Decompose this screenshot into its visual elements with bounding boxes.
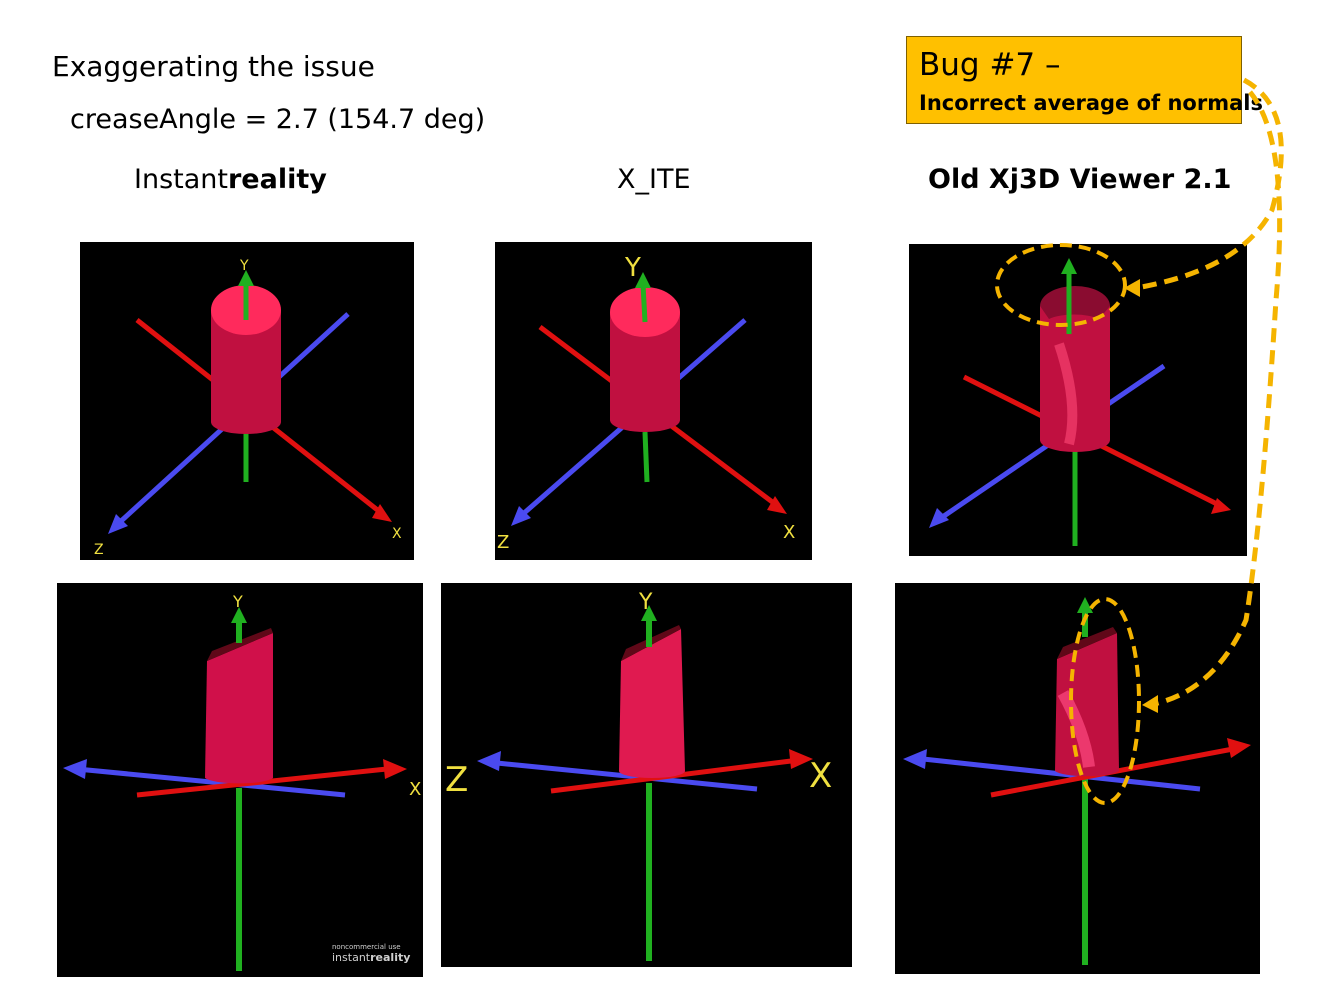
render-xite-top: Y X Z [495,242,812,560]
y-axis-label: Y [638,590,653,615]
bug-title: Bug #7 – [919,47,1061,83]
y-axis-arrowhead [1061,258,1077,274]
crease-angle-label: creaseAngle = 2.7 (154.7 deg) [70,104,486,135]
y-axis-shaft [640,283,648,323]
watermark-suffix: reality [370,951,411,964]
scene-instantreality-top: Y X Z [94,258,402,558]
bug-callout-box: Bug #7 – Incorrect average of normals [906,36,1263,124]
scene-xite-bottom: Y X Z [445,590,832,961]
z-axis-arrowhead [63,759,87,779]
x-axis-arrowhead [383,759,407,779]
cylinder-top-shading [1040,286,1110,319]
x-axis-arrowhead [1227,738,1251,758]
watermark-small: noncommercial use [332,943,401,951]
z-axis-arrowhead [903,749,927,769]
instant-suffix: reality [227,164,327,195]
instant-prefix: Instant [134,164,228,195]
y-axis-label: Y [239,258,249,274]
slide-heading: Exaggerating the issue [52,50,375,83]
render-xite-bottom: Y X Z [441,583,852,967]
z-axis-arrowhead [929,508,949,528]
y-axis-label: Y [624,253,641,283]
x-axis-label: X [783,522,795,543]
render-xj3d-top [909,244,1247,556]
z-axis-label: Z [445,760,468,800]
x-axis-label: X [392,526,402,542]
render-instantreality-top: Y X Z [80,242,414,560]
column-title-xj3d: Old Xj3D Viewer 2.1 [928,164,1232,195]
bug-subtitle: Incorrect average of normals [919,91,1263,115]
scene-xj3d-top [929,258,1231,546]
column-title-xite: X_ITE [617,164,691,195]
scene-instantreality-bottom: Y X [63,592,421,971]
y-axis-label: Y [232,592,243,611]
z-axis-label: Z [497,532,509,553]
z-axis-label: Z [94,542,104,558]
column-title-instantreality: Instantreality [134,164,327,195]
x-axis-label: X [409,779,421,800]
scene-xite-top: Y X Z [497,253,795,553]
z-axis-arrowhead [477,751,501,771]
render-instantreality-bottom: Y X noncommercial use instantreality [57,583,423,977]
instantreality-watermark: noncommercial use instantreality [332,943,410,964]
render-xj3d-bottom [895,583,1260,974]
y-axis-shaft-lower [642,431,650,483]
watermark-prefix: instant [332,951,371,964]
y-axis-arrowhead [1077,597,1093,613]
x-axis-label: X [809,756,832,796]
scene-xj3d-bottom [903,597,1251,965]
